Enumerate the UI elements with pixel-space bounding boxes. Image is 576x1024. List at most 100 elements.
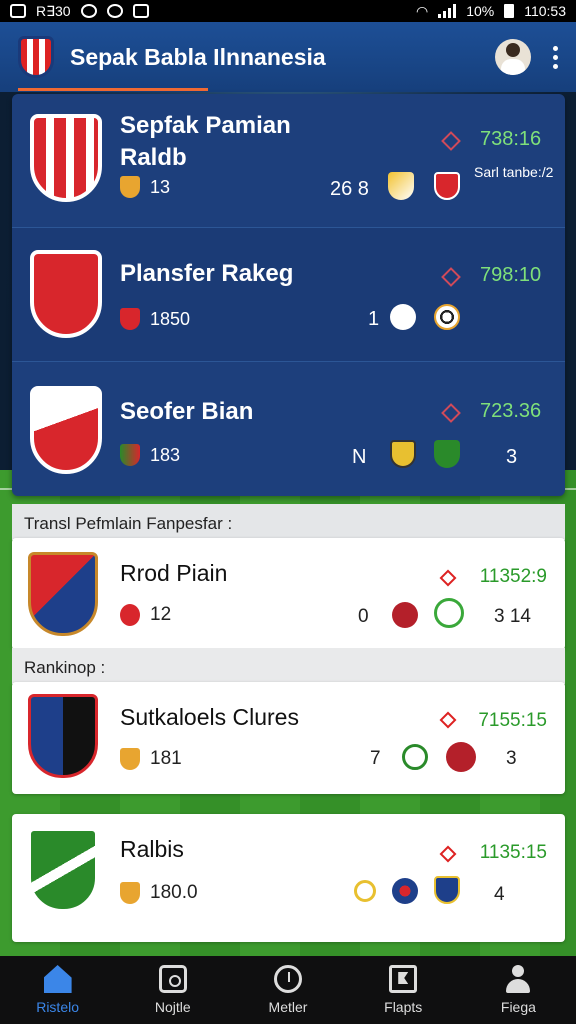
app-notification-icon xyxy=(132,4,149,18)
gallery-icon xyxy=(10,4,26,18)
bottom-navigation: Ristelo Nojtle Metler Flapts Fiega xyxy=(0,956,576,1024)
featured-score: 26 8 xyxy=(330,178,369,200)
list-item-title: Ralbis xyxy=(120,836,184,862)
diamond-icon xyxy=(441,403,461,423)
diamond-icon xyxy=(441,131,461,151)
featured-title-line2: Raldb xyxy=(120,144,187,171)
featured-card[interactable]: Sepfak Pamian Raldb 738:16 Sarl tanbe:/2… xyxy=(12,94,565,228)
section-header-rankings: Rankinop : xyxy=(12,648,565,684)
featured-score: 1 xyxy=(368,308,380,330)
club-badge-icon xyxy=(402,744,428,770)
shield-icon xyxy=(120,444,140,466)
nav-label: Fiega xyxy=(500,999,536,1015)
notification-icon xyxy=(80,4,97,18)
list-item-score-left: 0 xyxy=(358,606,369,627)
list-item[interactable]: Rrod Piain 11352:9 12 0 3 14 xyxy=(12,538,565,650)
list-item-meta-value: 12 xyxy=(150,604,172,625)
featured-card[interactable]: Seofer Bian 723.36 183 Ν 3 xyxy=(12,362,565,496)
wifi-icon: ◠ xyxy=(415,2,429,19)
club-crest xyxy=(30,386,102,474)
club-crest xyxy=(30,114,102,202)
sync-icon xyxy=(106,4,123,18)
featured-meta: 13 xyxy=(120,176,170,198)
list-item-title: Sutkaloels Clures xyxy=(120,704,299,730)
nav-item-profile[interactable]: Fiega xyxy=(461,956,576,1024)
club-crest xyxy=(28,694,98,778)
club-badge-icon xyxy=(434,876,460,904)
app-logo[interactable] xyxy=(18,36,54,78)
list-item[interactable]: Sutkaloels Clures 7155:15 181 7 3 xyxy=(12,682,565,794)
nav-item-matches[interactable]: Metler xyxy=(230,956,345,1024)
featured-card[interactable]: Plansfer Rakeg 798:10 1850 1 xyxy=(12,228,565,362)
flag-icon xyxy=(389,965,418,993)
club-crest xyxy=(28,552,98,636)
featured-meta: 1850 xyxy=(120,308,190,330)
clock-icon xyxy=(274,965,302,993)
list-item-meta: 12 xyxy=(120,604,171,626)
nav-item-home[interactable]: Ristelo xyxy=(0,956,115,1024)
club-badge-icon xyxy=(446,742,476,772)
section-header-transfers: Transl Pefmlain Fanpesfar : xyxy=(12,504,565,540)
avatar[interactable] xyxy=(495,39,531,75)
club-badge-icon xyxy=(388,172,414,200)
nav-label: Flapts xyxy=(384,999,423,1015)
featured-meta: 183 xyxy=(120,444,180,466)
camera-icon xyxy=(158,965,187,993)
shield-icon xyxy=(120,748,140,770)
featured-meta-value: 13 xyxy=(150,176,171,197)
diamond-icon xyxy=(439,711,457,729)
featured-time: 738:16 xyxy=(480,128,542,150)
featured-score: Ν xyxy=(352,446,367,468)
home-icon xyxy=(43,965,72,993)
app-bar: Sepak Babla Ilnnanesia xyxy=(0,22,576,92)
soccer-ball-icon xyxy=(434,304,460,330)
list-item-score-right: 3 14 xyxy=(494,606,531,627)
diamond-icon xyxy=(439,569,457,587)
list-item-meta-value: 180.0 xyxy=(150,882,198,903)
featured-title: Sepfak Pamian xyxy=(120,112,291,139)
ball-icon xyxy=(390,304,416,330)
list-item-meta: 180.0 xyxy=(120,882,198,904)
shield-icon xyxy=(120,882,140,904)
status-bar: R∃30 ◠ 10% 110:53 xyxy=(0,0,576,22)
club-icon xyxy=(120,604,140,626)
list-item-time: 7155:15 xyxy=(478,710,547,731)
shield-icon xyxy=(120,176,140,198)
shield-icon xyxy=(120,308,140,330)
list-item-meta-value: 181 xyxy=(150,748,182,769)
person-icon xyxy=(504,965,532,993)
featured-panel: Sepfak Pamian Raldb 738:16 Sarl tanbe:/2… xyxy=(12,94,565,496)
player-crest xyxy=(30,250,102,338)
featured-meta-value: 183 xyxy=(150,444,181,465)
club-crest xyxy=(28,828,98,912)
status-left-text: R∃30 xyxy=(36,2,71,19)
club-badge-icon xyxy=(434,172,460,200)
featured-time: 798:10 xyxy=(480,264,542,286)
list-item-score-right: 4 xyxy=(494,884,505,905)
club-badge-icon xyxy=(390,440,416,468)
status-time: 110:53 xyxy=(524,3,566,19)
battery-icon xyxy=(504,4,515,18)
nav-item-news[interactable]: Nojtle xyxy=(115,956,230,1024)
list-item[interactable]: Ralbis 1135:15 180.0 4 xyxy=(12,814,565,942)
ring-icon xyxy=(354,880,376,902)
app-title: Sepak Babla Ilnnanesia xyxy=(70,43,326,70)
nav-label: Ristelo xyxy=(36,999,79,1015)
list-item-time: 11352:9 xyxy=(479,566,547,587)
nav-label: Nojtle xyxy=(154,999,191,1015)
list-item-score-left: 7 xyxy=(370,748,381,769)
featured-subtitle: Sarl tanbe:/2 xyxy=(474,164,554,180)
featured-time: 723.36 xyxy=(480,400,542,422)
diamond-icon xyxy=(439,845,457,863)
signal-icon xyxy=(438,4,457,18)
tab-indicator xyxy=(18,88,208,91)
ring-icon xyxy=(434,598,464,628)
list-item-score-right: 3 xyxy=(506,748,517,769)
more-options-icon[interactable] xyxy=(553,45,558,69)
diamond-icon xyxy=(441,267,461,287)
featured-title: Plansfer Rakeg xyxy=(120,260,294,287)
list-item-time: 1135:15 xyxy=(479,842,547,863)
nav-item-standings[interactable]: Flapts xyxy=(346,956,461,1024)
club-badge-icon xyxy=(392,878,418,904)
nav-label: Metler xyxy=(268,999,308,1015)
